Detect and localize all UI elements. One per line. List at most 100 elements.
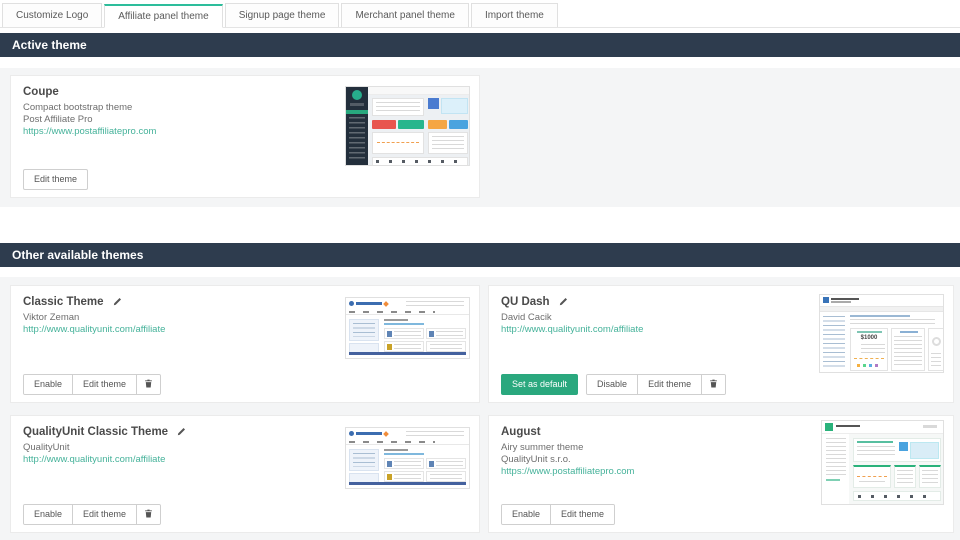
classic-title: Classic Theme [23,296,122,308]
thumb-card-green [398,120,424,129]
thumb-chart-panel [372,132,424,154]
thumb-breadcrumb-line [850,315,910,317]
quclassic-edit-theme-button[interactable]: Edit theme [72,505,136,524]
quclassic-delete-button[interactable] [136,505,160,524]
thumb-text-panel [428,132,468,154]
thumb-stats-panel [894,465,916,488]
thumb-logo-line1 [831,298,859,300]
august-meta: Airy summer theme QualityUnit s.r.o. htt… [501,442,634,478]
thumb-topbar [368,87,469,95]
classic-enable-button[interactable]: Enable [24,375,72,394]
coupe-edit-theme-button[interactable]: Edit theme [23,169,88,190]
qudash-delete-button[interactable] [701,375,725,394]
qudash-disable-button[interactable]: Disable [587,375,637,394]
thumb-lines [922,470,938,484]
thumb-sidebar-lines [826,438,846,478]
thumb-box-icon [387,474,392,480]
coupe-author: Post Affiliate Pro [23,114,156,126]
coupe-meta: Compact bootstrap theme Post Affiliate P… [23,102,156,138]
thumb-heading-line [384,319,408,321]
thumb-lines [436,331,463,336]
thumb-lines [376,102,420,112]
tab-signup-page-theme[interactable]: Signup page theme [225,3,340,27]
thumb-iconbar [350,103,364,106]
tab-merchant-panel-theme[interactable]: Merchant panel theme [341,3,469,27]
thumb-chart-line [857,476,887,477]
thumb-grid-box2 [426,328,466,339]
thumb-lines [430,474,462,479]
thumb-logo-square [825,423,833,431]
qudash-actions: Set as default Disable Edit theme [501,374,726,395]
qudash-author: David Cacik [501,312,643,324]
thumb-logo-x [383,431,389,437]
thumb-menu-lines [349,117,365,162]
classic-theme-thumbnail [345,297,470,359]
august-enable-button[interactable]: Enable [502,505,550,524]
thumb-header-lines [406,301,464,307]
coupe-theme-thumbnail [345,86,470,166]
august-description: Airy summer theme [501,442,634,454]
thumb-sidebar-lines [823,316,845,369]
coupe-url-link[interactable]: https://www.postaffiliatepro.com [23,126,156,137]
thumb-lines [861,344,885,354]
coupe-name: Coupe [23,86,59,98]
thumb-lines [894,336,922,367]
quclassic-enable-button[interactable]: Enable [24,505,72,524]
theme-card-coupe: Coupe Compact bootstrap theme Post Affil… [10,75,480,198]
thumb-sidebar-box1 [349,449,379,471]
pencil-icon[interactable] [558,297,568,307]
thumb-icons-strip [853,491,941,501]
thumb-logo-x [383,301,389,307]
qudash-set-default-button[interactable]: Set as default [501,374,578,395]
thumb-lines [394,461,421,466]
thumb-sidebar-box1 [349,319,379,341]
tab-customize-logo[interactable]: Customize Logo [2,3,102,27]
qudash-meta: David Cacik http://www.qualityunit.com/a… [501,312,643,336]
other-themes-header: Other available themes [0,243,960,267]
thumb-legend-1 [857,364,860,367]
other-themes-title: Other available themes [12,248,143,262]
thumb-legend-3 [869,364,872,367]
august-theme-thumbnail [821,420,944,505]
qudash-edit-theme-button[interactable]: Edit theme [637,375,701,394]
thumb-active-item [346,110,368,114]
thumb-icons [858,495,936,498]
thumb-footer-strip [349,482,466,485]
pencil-icon[interactable] [112,297,122,307]
thumb-intro-lines [850,319,935,325]
tab-affiliate-panel-theme[interactable]: Affiliate panel theme [104,4,222,28]
thumb-card-orange [428,120,447,129]
thumb-col-header [900,331,918,333]
august-author: QualityUnit s.r.o. [501,454,634,466]
tab-import-theme[interactable]: Import theme [471,3,558,27]
thumb-lines [394,331,421,336]
thumb-grid-box1 [384,328,424,339]
august-edit-theme-button[interactable]: Edit theme [550,505,614,524]
trash-icon [144,509,153,520]
thumb-col-header [857,331,882,333]
pencil-icon[interactable] [176,427,186,437]
quclassic-url-link[interactable]: http://www.qualityunit.com/affiliate [23,454,165,465]
thumb-logo-line [836,425,860,427]
thumb-legend-2 [863,364,866,367]
classic-delete-button[interactable] [136,375,160,394]
qudash-title: QU Dash [501,296,568,308]
theme-tabs: Customize Logo Affiliate panel theme Sig… [0,3,960,28]
classic-url-link[interactable]: http://www.qualityunit.com/affiliate [23,324,165,335]
thumb-sidebar-active [826,479,840,481]
thumb-info-panel [441,98,468,114]
coupe-actions: Edit theme [23,169,88,190]
thumb-box-icon [429,331,434,337]
thumb-col-news [891,328,925,371]
qudash-url-link[interactable]: http://www.qualityunit.com/affiliate [501,324,643,335]
classic-actions: Enable Edit theme [23,374,161,395]
august-title: August [501,426,541,438]
thumb-announce-panel [372,98,424,116]
quclassic-meta: QualityUnit http://www.qualityunit.com/a… [23,442,165,466]
thumb-link-line [384,453,424,455]
thumb-logo-text [356,432,382,435]
classic-name: Classic Theme [23,296,104,308]
thumb-grid-box4 [426,471,466,482]
august-url-link[interactable]: https://www.postaffiliatepro.com [501,466,634,477]
classic-edit-theme-button[interactable]: Edit theme [72,375,136,394]
